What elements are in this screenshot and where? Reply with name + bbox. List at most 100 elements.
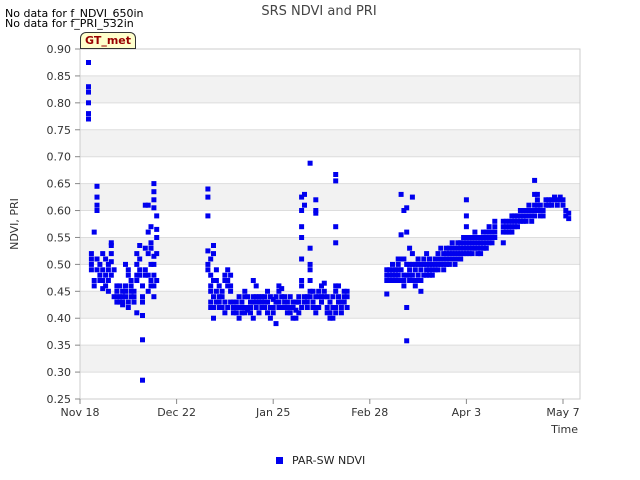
data-point <box>407 245 413 251</box>
data-point <box>566 216 572 222</box>
y-tick-label: 0.50 <box>47 258 72 271</box>
data-point <box>313 197 319 203</box>
data-point <box>151 205 157 211</box>
data-point <box>287 310 293 316</box>
data-point <box>537 202 543 208</box>
data-point <box>219 294 225 300</box>
data-point <box>273 321 279 327</box>
ndvi-pri-chart: SRS NDVI and PRI 0.25 0.30 0.35 0.40 0.45 0.5… <box>8 4 581 436</box>
data-point <box>205 261 211 267</box>
data-point <box>137 243 143 248</box>
data-point <box>299 235 305 240</box>
data-point <box>296 310 302 316</box>
data-point <box>429 272 435 278</box>
data-point <box>213 267 219 273</box>
data-point <box>307 160 313 166</box>
data-point <box>91 278 97 283</box>
data-point <box>94 183 100 189</box>
data-point <box>489 240 495 246</box>
data-point <box>398 232 404 238</box>
data-point <box>398 191 404 197</box>
data-point <box>88 251 94 257</box>
data-point <box>458 256 464 262</box>
data-point <box>523 218 529 224</box>
data-point <box>449 240 455 246</box>
data-point <box>344 288 350 294</box>
data-point <box>148 278 154 283</box>
data-point <box>333 305 339 310</box>
data-point <box>327 299 333 305</box>
data-point <box>134 310 140 316</box>
data-point <box>105 267 111 273</box>
data-point <box>313 310 319 316</box>
data-point <box>103 272 109 278</box>
data-point <box>131 294 137 300</box>
data-point <box>560 197 566 203</box>
data-point <box>88 261 94 267</box>
site-badge[interactable]: GT_met <box>80 32 136 49</box>
data-point <box>228 288 234 294</box>
data-point <box>509 229 515 235</box>
data-point <box>293 315 299 321</box>
data-point <box>94 194 100 200</box>
data-point <box>296 294 302 300</box>
data-point <box>492 229 498 235</box>
y-tick-label: 0.40 <box>47 312 72 325</box>
data-point <box>151 181 157 187</box>
data-point <box>103 283 109 289</box>
data-point <box>262 294 268 300</box>
data-point <box>296 299 302 305</box>
data-point <box>526 202 532 208</box>
data-point <box>333 172 339 177</box>
data-point <box>336 294 341 300</box>
data-point <box>265 288 270 294</box>
data-point <box>86 116 91 122</box>
data-point <box>88 267 94 273</box>
data-point <box>324 305 330 310</box>
data-point <box>125 299 131 305</box>
data-point <box>228 272 234 278</box>
data-point <box>566 210 572 216</box>
y-axis-label: NDVI, PRI <box>8 198 21 250</box>
data-point <box>154 251 160 257</box>
data-point <box>478 251 484 257</box>
data-point <box>148 224 154 230</box>
data-point <box>222 272 228 278</box>
data-point <box>412 267 418 273</box>
data-point <box>441 267 447 273</box>
data-point <box>284 299 290 305</box>
data-point <box>208 283 214 289</box>
data-point <box>91 283 97 289</box>
data-point <box>219 288 225 294</box>
data-point <box>225 267 231 273</box>
data-point <box>304 305 310 310</box>
data-point <box>404 205 410 211</box>
data-point <box>515 224 520 230</box>
data-point <box>330 315 336 321</box>
data-point <box>123 294 128 300</box>
data-point <box>333 178 339 184</box>
data-point <box>97 261 103 267</box>
data-point <box>532 177 538 183</box>
data-point <box>469 251 475 257</box>
data-point <box>299 256 305 262</box>
data-point <box>86 100 91 106</box>
data-point <box>216 283 222 289</box>
data-point <box>344 294 350 300</box>
data-point <box>265 299 270 305</box>
data-point <box>529 218 535 224</box>
data-point <box>208 288 214 294</box>
data-point <box>412 283 418 289</box>
data-point <box>302 191 307 197</box>
data-point <box>228 283 234 289</box>
data-point <box>100 267 106 273</box>
data-point <box>248 305 253 310</box>
data-point <box>236 315 242 321</box>
data-point <box>140 283 145 289</box>
data-point <box>105 288 111 294</box>
data-point <box>142 267 148 273</box>
data-point <box>560 202 566 208</box>
data-point <box>100 278 106 283</box>
data-point <box>108 243 114 248</box>
data-point <box>307 278 313 283</box>
